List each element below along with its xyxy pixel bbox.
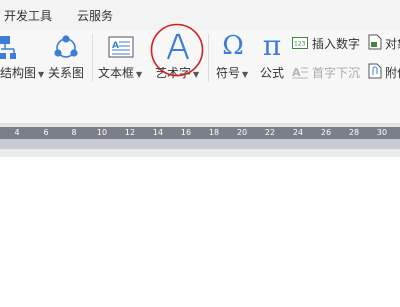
page-margin-area: [0, 149, 400, 157]
ruler-tick: 18: [208, 128, 220, 137]
ruler-tick: 30: [376, 128, 388, 137]
ruler-shadow: [0, 139, 400, 149]
ruler-tick: 28: [348, 128, 360, 137]
ruler-tick: 16: [180, 128, 192, 137]
object-label: 对象: [385, 37, 400, 51]
relation-chart-icon: [54, 35, 78, 58]
structure-chart-icon: [0, 36, 16, 59]
tab-developer-tools[interactable]: 开发工具: [4, 8, 52, 24]
insert-ribbon: 结构图 ▼ 关系图 A 文本框 ▼ 艺术字 ▼ Ω 符号 ▼ π 公式 123 …: [0, 23, 400, 124]
attachment-label: 附件: [385, 66, 400, 80]
ruler-tick: 8: [71, 128, 77, 137]
insert-number-label: 插入数字: [312, 37, 361, 51]
omega-icon: Ω: [222, 31, 244, 61]
formula-label: 公式: [260, 66, 285, 80]
attachment-icon: [368, 63, 382, 79]
textbox-label: 文本框: [98, 66, 135, 80]
number-icon: 123: [292, 37, 308, 49]
chevron-down-icon: ▼: [242, 70, 249, 79]
ruler-tick: 22: [264, 128, 276, 137]
object-icon: [368, 34, 382, 50]
ribbon-separator: [208, 34, 209, 82]
ruler-tick: 26: [320, 128, 332, 137]
ruler-tick: 10: [96, 128, 108, 137]
document-page[interactable]: [0, 157, 400, 307]
ruler-tick: 24: [292, 128, 304, 137]
annotation-circle: [150, 23, 204, 77]
symbol-label: 符号: [216, 66, 241, 80]
textbox-icon: A: [108, 36, 134, 58]
relation-chart-label: 关系图: [48, 66, 85, 80]
ruler-tick: 6: [43, 128, 49, 137]
structure-chart-label: 结构图: [0, 66, 37, 80]
drop-cap-icon: A: [292, 66, 308, 79]
ribbon-separator: [92, 34, 93, 82]
pi-icon: π: [262, 29, 282, 62]
ruler-tick: 20: [236, 128, 248, 137]
drop-cap-label: 首字下沉: [312, 66, 361, 80]
svg-text:A: A: [292, 66, 301, 79]
chevron-down-icon: ▼: [136, 70, 143, 79]
ruler-tick: 14: [152, 128, 164, 137]
chevron-down-icon: ▼: [38, 70, 45, 79]
svg-text:123: 123: [294, 41, 306, 48]
ruler-tick: 12: [124, 128, 136, 137]
tab-cloud-services[interactable]: 云服务: [77, 8, 113, 24]
ruler-tick: 4: [14, 128, 20, 137]
horizontal-ruler[interactable]: 4 6 8 10 12 14 16 18 20 22 24 26 28 30: [0, 127, 400, 139]
